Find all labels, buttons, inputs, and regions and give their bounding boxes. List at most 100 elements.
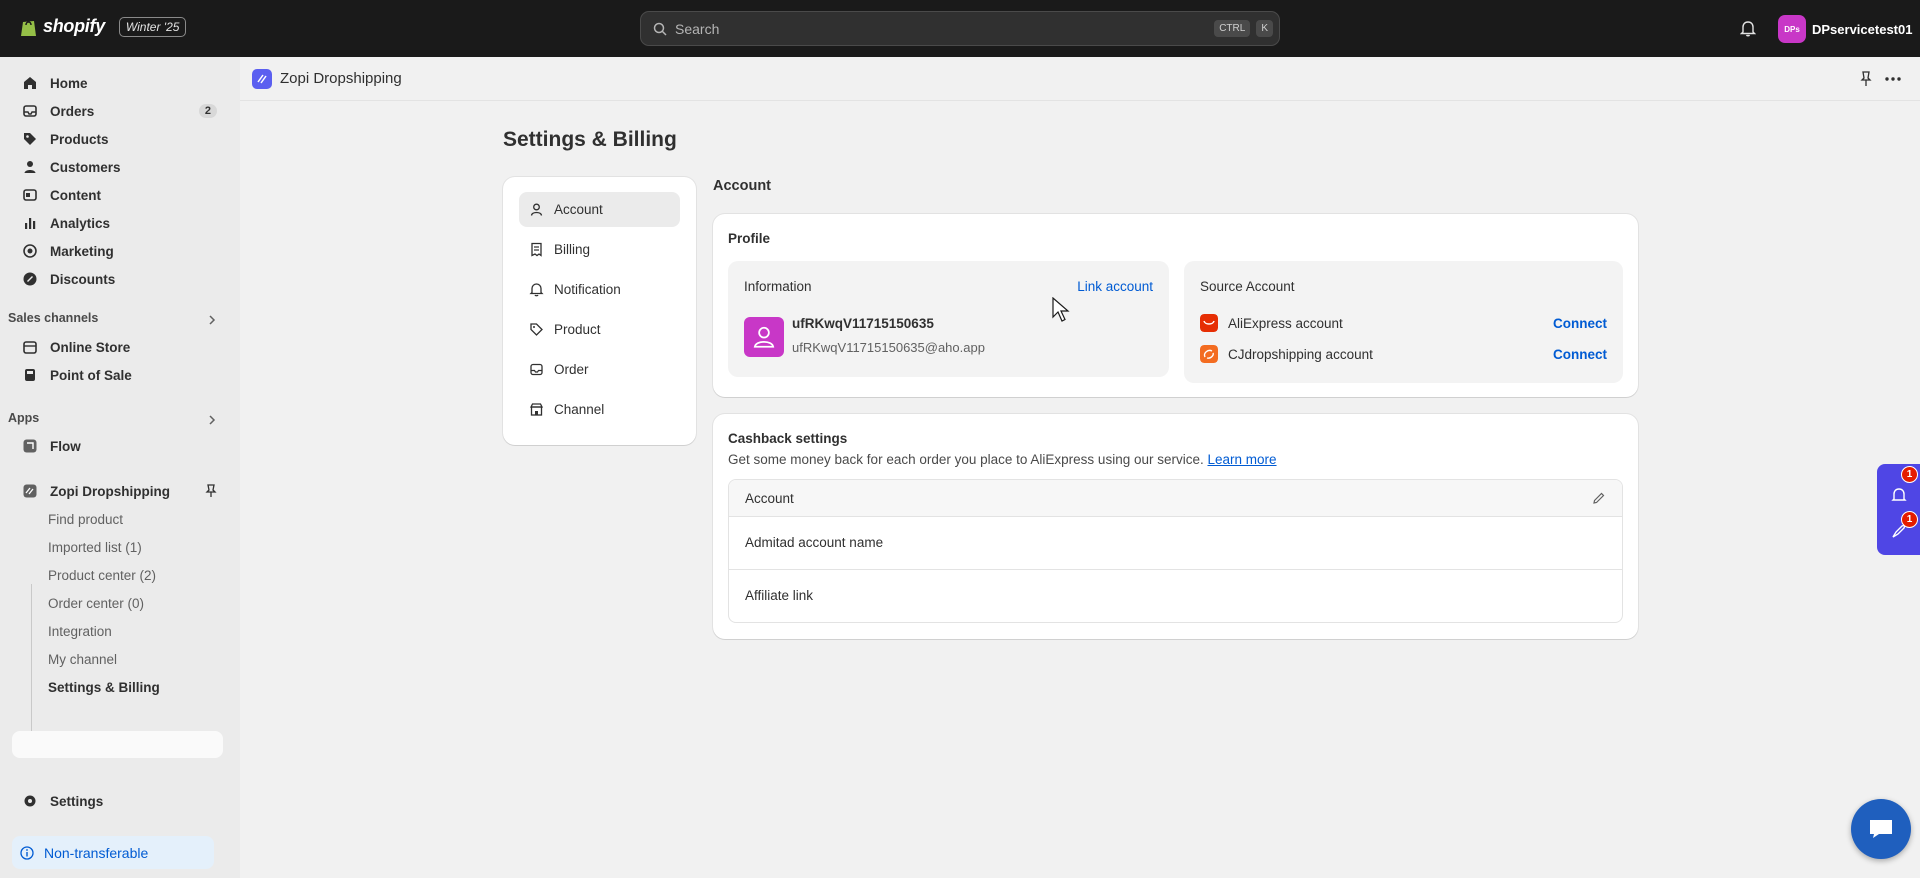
content-icon bbox=[22, 187, 38, 203]
source-name: AliExpress account bbox=[1228, 315, 1343, 331]
aliexpress-logo-icon bbox=[1200, 314, 1218, 332]
table-header-label: Account bbox=[745, 491, 794, 506]
menu-item-channel[interactable]: Channel bbox=[519, 392, 680, 427]
shortcut-key-ctrl: CTRL bbox=[1214, 20, 1251, 37]
page-title: Settings & Billing bbox=[503, 128, 677, 151]
sub-item-order-center[interactable]: Order center (0) bbox=[48, 596, 144, 611]
bell-icon[interactable] bbox=[1890, 486, 1908, 504]
non-transferable-banner[interactable]: Non-transferable bbox=[12, 836, 214, 869]
nav-item-analytics[interactable]: Analytics bbox=[12, 210, 223, 236]
nav-item-customers[interactable]: Customers bbox=[12, 154, 223, 180]
section-heading-account: Account bbox=[713, 178, 771, 194]
sales-channels-title[interactable]: Sales channels bbox=[8, 311, 98, 325]
apps-title[interactable]: Apps bbox=[8, 411, 39, 425]
more-dots-icon[interactable] bbox=[1884, 71, 1902, 87]
nav-item-orders[interactable]: Orders 2 bbox=[12, 98, 223, 124]
menu-item-billing[interactable]: Billing bbox=[519, 232, 680, 267]
nav-item-point-of-sale[interactable]: Point of Sale bbox=[12, 362, 223, 388]
nav-item-settings[interactable]: Settings bbox=[12, 788, 223, 814]
sub-item-imported-list[interactable]: Imported list (1) bbox=[48, 540, 142, 555]
gear-icon bbox=[22, 793, 38, 809]
search-bar[interactable]: Search CTRL K bbox=[640, 11, 1280, 46]
profile-card: Profile Information Link account ufRKwqV… bbox=[713, 214, 1638, 397]
account-username: ufRKwqV11715150635 bbox=[792, 316, 934, 331]
avatar bbox=[744, 317, 784, 357]
info-icon bbox=[20, 845, 34, 860]
chat-bubble-icon bbox=[1870, 820, 1892, 838]
nav-item-products[interactable]: Products bbox=[12, 126, 223, 152]
sub-item-product-center[interactable]: Product center (2) bbox=[48, 568, 156, 583]
link-account-link[interactable]: Link account bbox=[1077, 279, 1153, 294]
orders-icon bbox=[22, 103, 38, 119]
menu-item-notification[interactable]: Notification bbox=[519, 272, 680, 307]
learn-more-link[interactable]: Learn more bbox=[1208, 452, 1277, 467]
notification-badge: 1 bbox=[1901, 466, 1918, 483]
nav-item-online-store[interactable]: Online Store bbox=[12, 334, 223, 360]
active-sub-item-bg bbox=[12, 731, 223, 758]
row-label-admitad: Admitad account name bbox=[745, 535, 884, 550]
pencil-edit-icon[interactable] bbox=[1592, 491, 1606, 505]
tag-icon bbox=[530, 323, 543, 336]
source-row-cjdropshipping: CJdropshipping account Connect bbox=[1200, 345, 1607, 363]
launch-badge: 1 bbox=[1901, 511, 1918, 528]
edition-badge[interactable]: Winter '25 bbox=[118, 16, 187, 37]
discount-icon bbox=[22, 271, 38, 287]
zopi-icon bbox=[22, 483, 38, 499]
cashback-title: Cashback settings bbox=[728, 431, 848, 446]
nav-label: Zopi Dropshipping bbox=[50, 483, 170, 499]
bell-icon[interactable] bbox=[1740, 20, 1756, 37]
main-area: Zopi Dropshipping Settings & Billing Acc… bbox=[240, 57, 1920, 878]
source-account-label: Source Account bbox=[1200, 279, 1295, 294]
sub-item-my-channel[interactable]: My channel bbox=[48, 652, 117, 667]
pos-icon bbox=[22, 367, 38, 383]
nav-label: Discounts bbox=[50, 271, 116, 287]
sub-item-settings-billing[interactable]: Settings & Billing bbox=[48, 680, 160, 695]
nav-label: Settings bbox=[50, 793, 104, 809]
menu-item-order[interactable]: Order bbox=[519, 352, 680, 387]
chevron-right-icon[interactable] bbox=[206, 414, 218, 426]
connect-cjdropshipping-button[interactable]: Connect bbox=[1553, 347, 1607, 362]
sub-item-integration[interactable]: Integration bbox=[48, 624, 112, 639]
floating-widget: 1 1 bbox=[1877, 464, 1920, 555]
nav-label: Home bbox=[50, 75, 88, 91]
pin-icon[interactable] bbox=[205, 484, 217, 498]
nav-item-zopi-dropshipping[interactable]: Zopi Dropshipping bbox=[12, 478, 223, 504]
nav-item-content[interactable]: Content bbox=[12, 182, 223, 208]
table-header: Account bbox=[729, 480, 1622, 517]
nav-item-flow[interactable]: Flow bbox=[12, 433, 223, 459]
search-placeholder: Search bbox=[675, 20, 720, 37]
nav-label: Point of Sale bbox=[50, 367, 132, 383]
table-row: Admitad account name bbox=[729, 517, 1622, 570]
user-menu[interactable]: DPs DPservicetest01 bbox=[1778, 15, 1912, 43]
menu-item-account[interactable]: Account bbox=[519, 192, 680, 227]
inbox-icon bbox=[530, 363, 543, 376]
cashback-description-text: Get some money back for each order you p… bbox=[728, 452, 1204, 467]
nav-item-home[interactable]: Home bbox=[12, 70, 223, 96]
nav-label: Analytics bbox=[50, 215, 111, 231]
nav-item-marketing[interactable]: Marketing bbox=[12, 238, 223, 264]
cashback-description: Get some money back for each order you p… bbox=[728, 452, 1277, 467]
source-account-box: Source Account AliExpress account Connec… bbox=[1184, 261, 1623, 383]
menu-label: Channel bbox=[554, 402, 605, 417]
store-icon bbox=[529, 403, 544, 416]
bar-chart-icon bbox=[22, 215, 38, 231]
app-header: Zopi Dropshipping bbox=[240, 57, 1920, 101]
nav-label: Orders bbox=[50, 103, 95, 119]
zopi-app-icon bbox=[252, 69, 272, 89]
cashback-table: Account Admitad account name Affiliate l… bbox=[728, 479, 1623, 623]
connect-aliexpress-button[interactable]: Connect bbox=[1553, 316, 1607, 331]
chevron-right-icon[interactable] bbox=[206, 314, 218, 326]
sub-item-find-product[interactable]: Find product bbox=[48, 512, 123, 527]
shortcut-key-k: K bbox=[1256, 20, 1273, 37]
pin-icon[interactable] bbox=[1859, 71, 1873, 87]
shopify-logo[interactable]: shopify Winter '25 bbox=[20, 16, 187, 37]
nav-label: Products bbox=[50, 131, 109, 147]
nav-label: Online Store bbox=[50, 339, 131, 355]
store-icon bbox=[22, 339, 38, 355]
nav-item-discounts[interactable]: Discounts bbox=[12, 266, 223, 292]
mouse-cursor-icon bbox=[1052, 297, 1070, 322]
chat-button[interactable] bbox=[1851, 799, 1911, 859]
menu-item-product[interactable]: Product bbox=[519, 312, 680, 347]
nav-label: Marketing bbox=[50, 243, 114, 259]
account-email: ufRKwqV11715150635@aho.app bbox=[792, 340, 985, 355]
